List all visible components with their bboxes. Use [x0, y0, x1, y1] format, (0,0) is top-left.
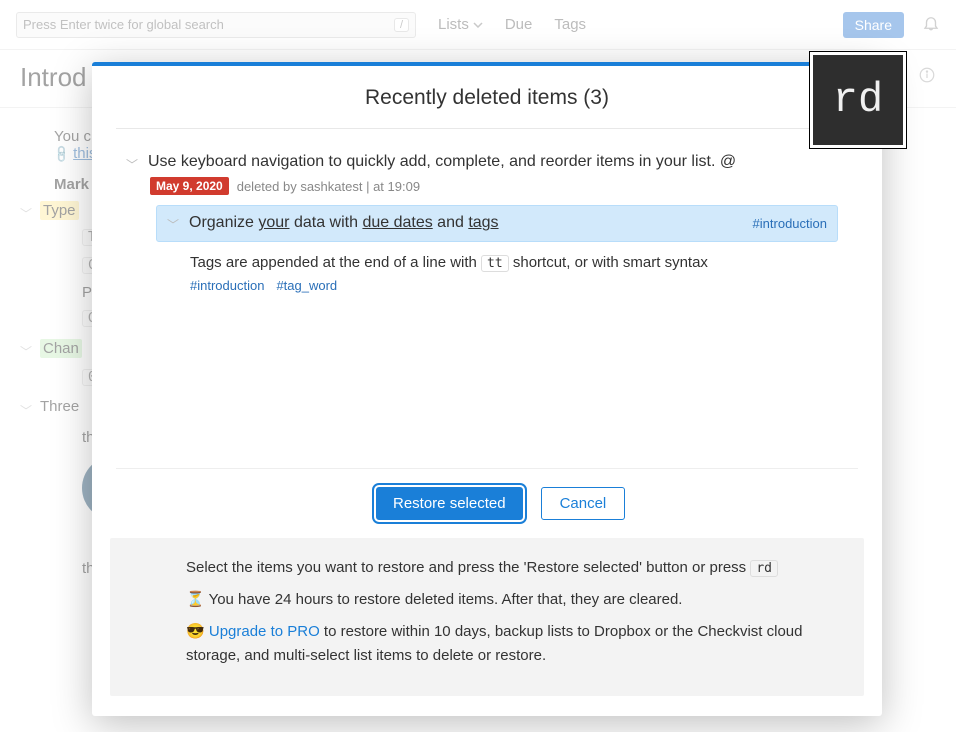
tag-word[interactable]: #tag_word	[276, 278, 337, 293]
deleted-item-1-meta: May 9, 2020 deleted by sashkatest | at 1…	[150, 177, 838, 195]
rd-shortcut-badge: rd	[810, 52, 906, 148]
chevron-down-icon[interactable]: ﹀	[126, 156, 140, 173]
deleted-item-1-text: Use keyboard navigation to quickly add, …	[148, 151, 736, 173]
info-line-1: Select the items you want to restore and…	[186, 556, 842, 580]
restore-selected-button[interactable]: Restore selected	[376, 487, 523, 520]
modal-actions-divider: Restore selected Cancel	[116, 468, 858, 538]
info-box: Select the items you want to restore and…	[110, 538, 864, 696]
info-line-3: 😎 Upgrade to PRO to restore within 10 da…	[186, 620, 842, 668]
modal-body: ﹀ Use keyboard navigation to quickly add…	[92, 129, 882, 468]
upgrade-pro-link[interactable]: Upgrade to PRO	[209, 623, 320, 640]
tag-introduction[interactable]: #introduction	[190, 278, 264, 293]
deleted-item-2-text: Organize your data with due dates and ta…	[189, 212, 499, 234]
tag-introduction[interactable]: #introduction	[753, 216, 827, 231]
info-line-2: ⏳ You have 24 hours to restore deleted i…	[186, 588, 842, 612]
date-badge: May 9, 2020	[150, 177, 229, 195]
deleted-items-modal: Recently deleted items (3) ﹀ Use keyboar…	[92, 62, 882, 716]
modal-actions: Restore selected Cancel	[116, 469, 858, 538]
deleted-item-3[interactable]: Tags are appended at the end of a line w…	[190, 252, 838, 275]
kbd-rd: rd	[750, 560, 778, 577]
chevron-down-icon[interactable]: ﹀	[167, 216, 181, 233]
kbd-tt: tt	[481, 255, 509, 272]
deleted-item-1[interactable]: ﹀ Use keyboard navigation to quickly add…	[126, 151, 838, 173]
deleted-meta-text: deleted by sashkatest | at 19:09	[237, 179, 420, 194]
deleted-item-2-selected[interactable]: ﹀ Organize your data with due dates and …	[156, 205, 838, 241]
deleted-item-3-tags: #introduction #tag_word	[190, 278, 838, 293]
modal-title: Recently deleted items (3)	[116, 66, 858, 129]
cancel-button[interactable]: Cancel	[541, 487, 626, 520]
